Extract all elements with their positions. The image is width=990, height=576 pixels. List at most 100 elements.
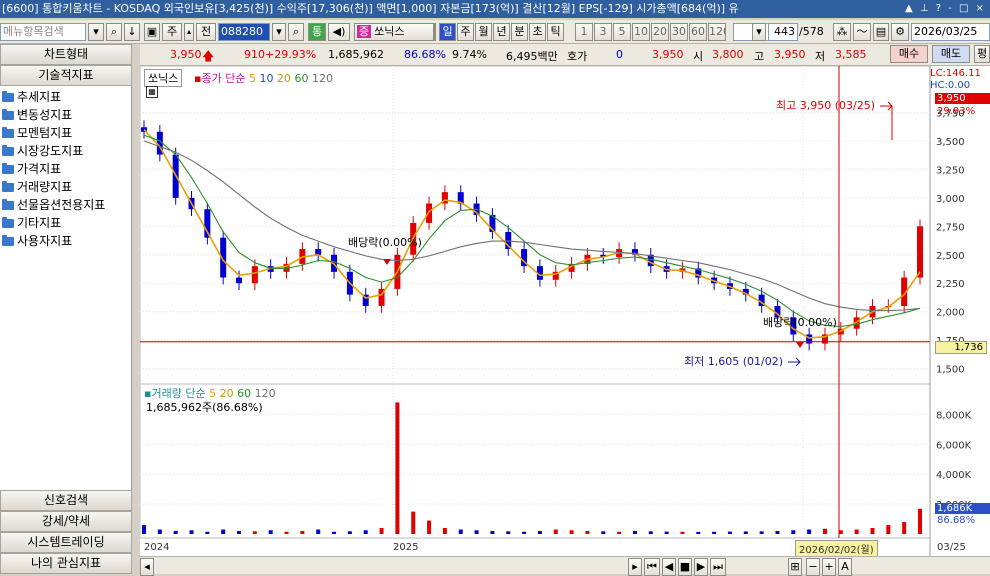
zoom-in-icon[interactable]: + — [822, 558, 836, 576]
table-icon[interactable]: ▦ — [146, 86, 158, 98]
folder-icon — [2, 181, 14, 192]
play-icon[interactable]: ▶ — [694, 558, 708, 576]
price-tick-label: 2,750 — [936, 222, 965, 233]
tab-chart-type[interactable]: 차트형태 — [0, 44, 132, 65]
indicator-folder-5[interactable]: 거래량지표 — [2, 178, 72, 196]
amount-value: 6,495백만 — [506, 50, 558, 63]
scroll-right-icon[interactable]: ▸ — [628, 558, 642, 576]
period-button-2[interactable]: 월 — [475, 23, 492, 41]
period-button-6[interactable]: 틱 — [547, 23, 564, 41]
volume-bar — [696, 531, 701, 534]
interval-button-60[interactable]: 60 — [689, 23, 707, 41]
dropdown-arrow-icon[interactable]: ▾ — [88, 23, 104, 41]
indicator-folder-1[interactable]: 변동성지표 — [2, 106, 72, 124]
indicator-folder-4[interactable]: 가격지표 — [2, 160, 61, 178]
whole-button[interactable]: 전 — [196, 23, 216, 41]
interval-button-10[interactable]: 10 — [632, 23, 650, 41]
tong-button[interactable]: 통 — [308, 23, 326, 41]
trend-icon[interactable]: 〜 — [853, 23, 871, 41]
dropdown-arrow-icon[interactable]: ▾ — [752, 23, 766, 41]
candle-body — [315, 249, 322, 255]
indicator-folder-6[interactable]: 선물옵션전용지표 — [2, 196, 105, 214]
volume-bar — [537, 531, 542, 534]
period-button-5[interactable]: 초 — [529, 23, 546, 41]
search-icon[interactable]: ⌕ — [288, 23, 304, 41]
stock-label-box[interactable]: 쏘닉스 — [144, 69, 183, 87]
volume-bar — [458, 529, 463, 534]
interval-button-5[interactable]: 5 — [613, 23, 631, 41]
date-input[interactable]: 2026/03/25 — [911, 23, 990, 41]
volume-bar — [822, 528, 827, 534]
chart-window-icon[interactable]: ▣ — [144, 23, 160, 41]
stock-name-field[interactable]: 증 쏘닉스 — [354, 23, 434, 41]
search-icon[interactable]: ⌕ — [106, 23, 122, 41]
scale-icon[interactable]: A — [838, 558, 852, 576]
chart-area[interactable]: 1,5001,7502,0002,2502,5002,7503,0003,250… — [139, 65, 990, 558]
indicator-folder-8[interactable]: 사용자지표 — [2, 232, 72, 250]
first-page-icon[interactable]: ⏮ — [644, 558, 660, 576]
tab-signal-search[interactable]: 신호검색 — [0, 490, 132, 511]
indicator-folder-3[interactable]: 시장강도지표 — [2, 142, 83, 160]
speaker-icon[interactable]: ◀) — [328, 23, 350, 41]
interval-button-30[interactable]: 30 — [670, 23, 688, 41]
period-button-1[interactable]: 주 — [457, 23, 474, 41]
window-controls[interactable]: ▲ ⊥ ? - □ × — [900, 0, 990, 18]
more-button[interactable]: 평 — [974, 45, 990, 63]
interval-button-1[interactable]: 1 — [575, 23, 593, 41]
volume-bar — [632, 531, 637, 534]
tab-strength[interactable]: 강세/약세 — [0, 511, 132, 532]
indicator-folder-7[interactable]: 기타지표 — [2, 214, 61, 232]
volume-bar — [284, 531, 289, 534]
stock-code-input[interactable]: 088280 — [218, 23, 270, 41]
volume-bar — [411, 511, 416, 534]
count-total: /578 — [799, 25, 824, 38]
indicator-folder-2[interactable]: 모멘텀지표 — [2, 124, 72, 142]
current-pct-tag: 29.93% — [937, 106, 976, 117]
buy-button[interactable]: 매수 — [890, 45, 928, 63]
zoom-out-icon[interactable]: − — [806, 558, 820, 576]
zoom-fit-icon[interactable]: ⊞ — [788, 558, 802, 576]
interval-button-20[interactable]: 20 — [651, 23, 669, 41]
indicator-folder-label: 가격지표 — [17, 162, 62, 176]
down-arrow-icon[interactable]: ↓ — [124, 23, 140, 41]
volume-bar — [252, 531, 257, 534]
last-page-icon[interactable]: ⏭ — [710, 558, 726, 576]
spin-icon[interactable]: ▴ — [184, 23, 194, 41]
dropdown-arrow-icon[interactable]: ▾ — [272, 23, 286, 41]
period-button-0[interactable]: 일 — [439, 23, 456, 41]
volume-bar — [205, 531, 210, 534]
tab-my-indicators[interactable]: 나의 관심지표 — [0, 553, 132, 574]
gear-icon[interactable]: ⚙ — [891, 23, 909, 41]
tab-technical-indicators[interactable]: 기술적지표 — [0, 65, 132, 86]
period-button-4[interactable]: 분 — [511, 23, 528, 41]
price-tick-label: 2,500 — [936, 251, 965, 262]
tab-system-trading[interactable]: 시스템트레이딩 — [0, 532, 132, 553]
interval-button-120[interactable]: 120 — [708, 23, 726, 41]
price-legend: ▪종가 단순 5 10 20 60 120 — [194, 72, 333, 85]
horizontal-scrollbar[interactable]: ◂ ▸ ⏮ ◀ ■ ▶ ⏭ ⊞ − + A — [140, 556, 990, 576]
scroll-left-icon[interactable]: ◂ — [140, 558, 154, 576]
time-label-right: 03/25 — [937, 542, 966, 553]
save-icon[interactable]: ▤ — [873, 23, 889, 41]
price-volume-chart[interactable]: 1,5001,7502,0002,2502,5002,7503,0003,250… — [139, 65, 990, 558]
play-back-icon[interactable]: ◀ — [662, 558, 676, 576]
period-button-3[interactable]: 년 — [493, 23, 510, 41]
turnover-value: 9.74% — [452, 48, 487, 61]
open-value: 3,800 — [712, 48, 744, 61]
price-tick-label: 1,500 — [936, 365, 965, 376]
sell-button[interactable]: 매도 — [932, 45, 970, 63]
volume-bar — [807, 529, 812, 534]
menu-search-input[interactable]: 메뉴항목검색 — [0, 23, 86, 41]
count-input[interactable]: 443 — [768, 23, 798, 41]
volume-bar — [474, 530, 479, 534]
indicator-folder-0[interactable]: 추세지표 — [2, 88, 61, 106]
stop-icon[interactable]: ■ — [678, 558, 692, 576]
indicator-folder-label: 선물옵션전용지표 — [17, 198, 106, 212]
grid-icon[interactable]: ⁂ — [833, 23, 851, 41]
chart-type-select[interactable]: 주 — [162, 23, 182, 41]
volume-bar — [363, 530, 368, 534]
volume-bar — [553, 529, 558, 534]
interval-button-3[interactable]: 3 — [594, 23, 612, 41]
volume-bar — [648, 531, 653, 534]
folder-icon — [2, 235, 14, 246]
